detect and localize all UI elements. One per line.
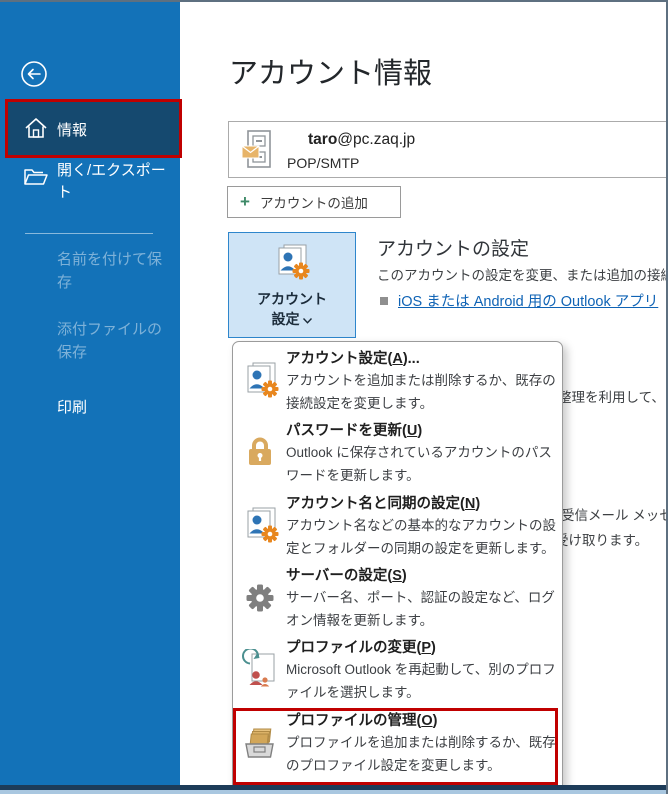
menu-item-title: パスワードを更新(U) <box>286 421 558 442</box>
window-below-highlight <box>0 790 668 794</box>
account-settings-label-2: 設定 <box>272 311 300 327</box>
account-settings-button[interactable]: アカウント 設定 <box>228 232 356 338</box>
chevron-down-icon <box>303 311 312 327</box>
menu-item-title: アカウント設定(A)... <box>286 349 558 370</box>
menu-item-description: プロファイルを追加または削除するか、既存のプロファイル設定を変更します。 <box>286 732 558 777</box>
account-settings-icon <box>229 242 355 287</box>
outlook-backstage-window: 情報 開く/エクスポート 名前を付けて保存 添付ファイルの保存 印刷 アカウント… <box>0 0 668 794</box>
profile-drawer-icon <box>242 727 280 767</box>
sidebar-divider <box>25 233 153 234</box>
sidebar-item-open-export[interactable]: 開く/エクスポート <box>5 152 181 214</box>
account-settings-dropdown-menu: アカウント設定(A)... アカウントを追加または削除するか、既存の接続設定を変… <box>232 341 563 794</box>
settings-section-heading: アカウントの設定 <box>377 234 529 261</box>
mailbox-cabinet-icon <box>241 129 275 176</box>
back-button[interactable] <box>20 60 48 88</box>
profile-change-icon <box>242 649 280 689</box>
account-domain: @pc.zaq.jp <box>337 131 415 148</box>
window-border-top <box>0 0 668 2</box>
menu-item-update-password[interactable]: パスワードを更新(U) Outlook に保存されているアカウントのパスワードを… <box>233 421 562 493</box>
add-account-button[interactable]: + アカウントの追加 <box>227 186 401 218</box>
open-folder-icon <box>23 166 49 192</box>
menu-item-account-name-sync[interactable]: アカウント名と同期の設定(N) アカウント名などの基本的なアカウントの設定とフォ… <box>233 494 562 566</box>
sidebar-item-info[interactable]: 情報 <box>5 100 181 157</box>
menu-item-description: アカウント名などの基本的なアカウントの設定とフォルダーの同期の設定を更新します。 <box>286 515 558 560</box>
account-protocol: POP/SMTP <box>287 155 359 171</box>
padlock-icon <box>242 434 280 474</box>
account-user: taro <box>308 131 337 148</box>
menu-item-description: アカウントを追加または削除するか、既存の接続設定を変更します。 <box>286 370 558 415</box>
back-arrow-icon <box>20 75 48 92</box>
menu-item-title: プロファイルの変更(P) <box>286 638 558 659</box>
bullet-square-icon <box>380 297 388 305</box>
account-email: taro@pc.zaq.jp <box>308 131 415 149</box>
sidebar-item-save-as: 名前を付けて保存 <box>57 248 169 294</box>
menu-item-description: Outlook に保存されているアカウントのパスワードを更新します。 <box>286 442 558 487</box>
sidebar-item-save-attachments: 添付ファイルの保存 <box>57 318 169 364</box>
account-sync-icon <box>242 505 280 545</box>
background-text-fragment: 受信メール メッセ <box>561 504 668 524</box>
add-account-label: アカウントの追加 <box>260 192 368 212</box>
plus-icon: + <box>240 192 250 212</box>
menu-item-description: Microsoft Outlook を再起動して、別のプロファイルを選択します。 <box>286 659 558 704</box>
menu-item-account-settings[interactable]: アカウント設定(A)... アカウントを追加または削除するか、既存の接続設定を変… <box>233 349 562 421</box>
gear-icon <box>242 580 280 620</box>
menu-item-title: サーバーの設定(S) <box>286 566 558 587</box>
sidebar-item-label: 開く/エクスポート <box>57 160 177 204</box>
menu-item-title: アカウント名と同期の設定(N) <box>286 494 558 515</box>
outlook-app-link[interactable]: iOS または Android 用の Outlook アプリ <box>398 290 658 311</box>
settings-section-description: このアカウントの設定を変更、または追加の接続を <box>377 264 668 284</box>
menu-item-description: サーバー名、ポート、認証の設定など、ログオン情報を更新します。 <box>286 587 558 632</box>
sidebar-item-print[interactable]: 印刷 <box>57 396 169 417</box>
sidebar-item-label: 情報 <box>57 119 87 140</box>
menu-item-change-profile[interactable]: プロファイルの変更(P) Microsoft Outlook を再起動して、別の… <box>233 638 562 710</box>
account-settings-label-1: アカウント <box>229 289 355 309</box>
home-icon <box>23 116 49 144</box>
background-text-fragment: 受け取ります。 <box>555 529 648 549</box>
menu-item-server-settings[interactable]: サーバーの設定(S) サーバー名、ポート、認証の設定など、ログオン情報を更新しま… <box>233 566 562 638</box>
menu-item-title: プロファイルの管理(O) <box>286 711 558 732</box>
account-settings-icon <box>242 360 280 400</box>
page-title: アカウント情報 <box>229 50 432 92</box>
background-text-fragment: 整理を利用して、 <box>558 386 665 406</box>
menu-item-manage-profiles[interactable]: プロファイルの管理(O) プロファイルを追加または削除するか、既存のプロファイル… <box>233 711 562 783</box>
backstage-sidebar: 情報 開く/エクスポート 名前を付けて保存 添付ファイルの保存 印刷 <box>0 0 180 794</box>
